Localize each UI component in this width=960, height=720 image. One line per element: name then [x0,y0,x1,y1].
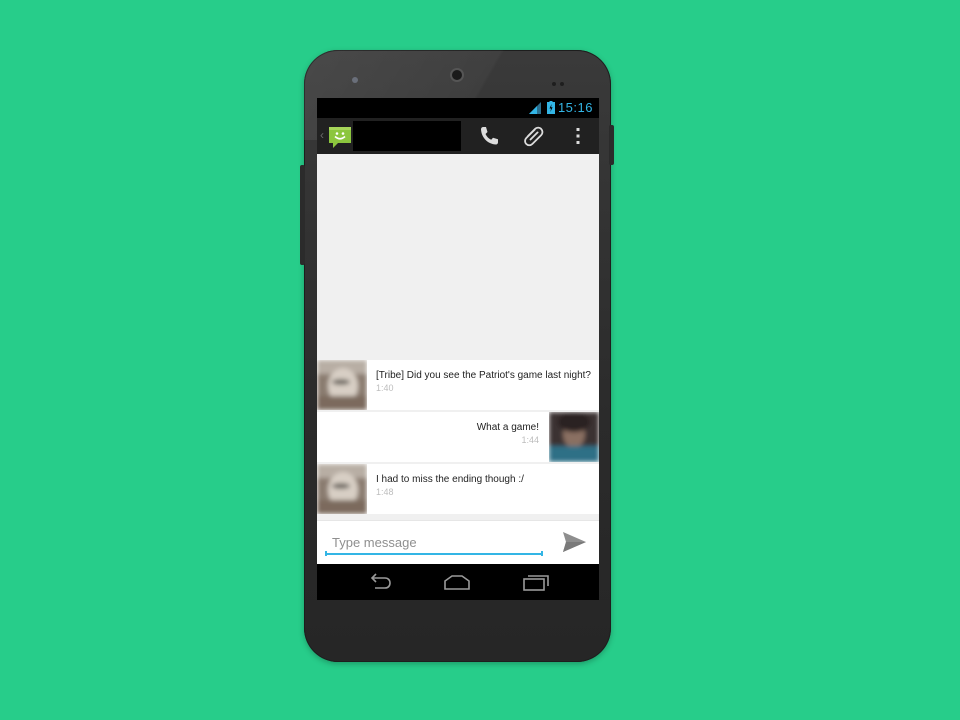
status-time: 15:16 [557,100,593,115]
message-row-incoming[interactable]: [Tribe] Did you see the Patriot's game l… [317,360,599,410]
contact-avatar [317,464,367,514]
contact-avatar [317,360,367,410]
signal-icon [529,102,541,114]
up-caret-icon[interactable]: ‹ [320,127,326,143]
message-text: [Tribe] Did you see the Patriot's game l… [376,370,591,381]
message-text: I had to miss the ending though :/ [376,474,524,485]
compose-bar [317,520,599,564]
user-avatar [549,412,599,462]
message-input[interactable] [325,531,543,555]
nav-bar [317,564,599,600]
message-row-incoming[interactable]: I had to miss the ending though :/ 1:48 [317,464,599,514]
back-icon[interactable] [365,572,393,592]
proximity-sensor [352,77,358,83]
message-time: 1:48 [376,487,394,497]
action-bar: ‹ [317,118,599,154]
phone-call-icon[interactable] [477,124,501,148]
send-icon[interactable] [561,530,587,554]
message-time: 1:44 [521,435,539,445]
power-button [609,125,614,165]
attach-icon[interactable] [521,124,545,148]
message-text: What a game! [476,422,539,433]
phone-screen: 15:16 ‹ [Tribe] Did you see the Patriot'… [317,98,599,600]
messaging-app-icon[interactable] [327,124,353,150]
battery-charging-icon [547,101,555,114]
input-underline-edge [325,551,327,556]
contact-name[interactable] [353,121,461,151]
message-time: 1:40 [376,383,394,393]
volume-button [300,165,305,265]
home-icon[interactable] [443,572,471,592]
ambient-sensors [552,73,568,86]
status-bar: 15:16 [317,98,599,118]
recents-icon[interactable] [522,572,550,592]
conversation-list[interactable]: [Tribe] Did you see the Patriot's game l… [317,154,599,520]
message-row-outgoing[interactable]: What a game! 1:44 [317,412,599,462]
front-camera [450,68,464,82]
overflow-menu-icon[interactable] [566,124,590,148]
input-underline-edge [541,551,543,556]
